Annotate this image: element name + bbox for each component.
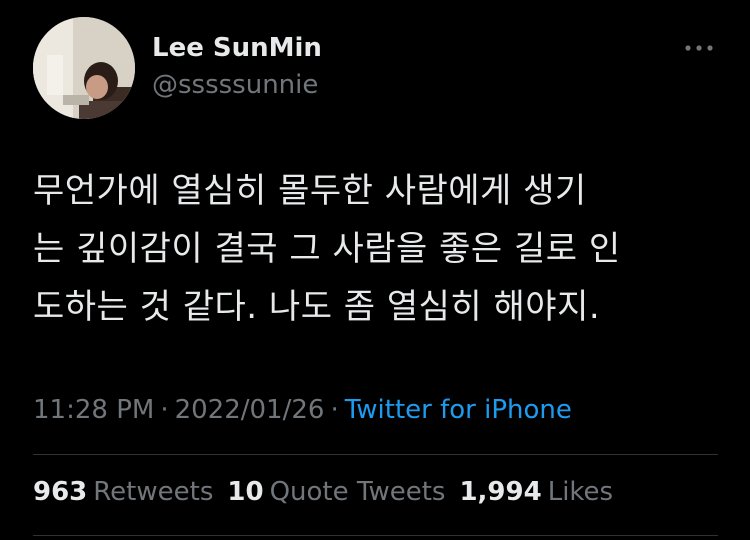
meta-separator: ·: [330, 395, 339, 425]
quote-tweets-stat[interactable]: 10 Quote Tweets: [227, 477, 445, 507]
user-handle[interactable]: @sssssunnie: [152, 70, 318, 100]
profile-photo-icon: [33, 17, 135, 119]
retweets-label: Retweets: [93, 477, 214, 507]
tweet-text-line: 도하는 것 같다. 나도 좀 열심히 해야지.: [33, 287, 601, 327]
tweet-card: Lee SunMin @sssssunnie 무언가에 열심히 몰두한 사람에게…: [0, 0, 750, 540]
tweet-text-line: 무언가에 열심히 몰두한 사람에게 생기: [33, 171, 587, 211]
divider: [33, 535, 718, 536]
tweet-text-line: 는 깊이감이 결국 그 사람을 좋은 길로 인: [33, 229, 621, 269]
tweet-stats: 963 Retweets 10 Quote Tweets 1,994 Likes: [33, 477, 627, 507]
tweet-meta: 11:28 PM · 2022/01/26 · Twitter for iPhone: [33, 395, 572, 425]
tweet-date[interactable]: 2022/01/26: [175, 395, 325, 425]
display-name[interactable]: Lee SunMin: [152, 33, 322, 63]
tweet-source-link[interactable]: Twitter for iPhone: [345, 395, 572, 425]
likes-label: Likes: [547, 477, 614, 507]
retweets-count: 963: [33, 477, 88, 507]
tweet-text: 무언가에 열심히 몰두한 사람에게 생기 는 깊이감이 결국 그 사람을 좋은 …: [33, 162, 723, 336]
divider: [33, 454, 718, 455]
retweets-stat[interactable]: 963 Retweets: [33, 477, 213, 507]
quote-tweets-count: 10: [227, 477, 264, 507]
meta-separator: ·: [160, 395, 169, 425]
more-icon[interactable]: [683, 40, 715, 56]
tweet-time[interactable]: 11:28 PM: [33, 395, 154, 425]
quote-tweets-label: Quote Tweets: [269, 477, 446, 507]
likes-stat[interactable]: 1,994 Likes: [459, 477, 613, 507]
likes-count: 1,994: [459, 477, 542, 507]
avatar[interactable]: [33, 17, 135, 119]
